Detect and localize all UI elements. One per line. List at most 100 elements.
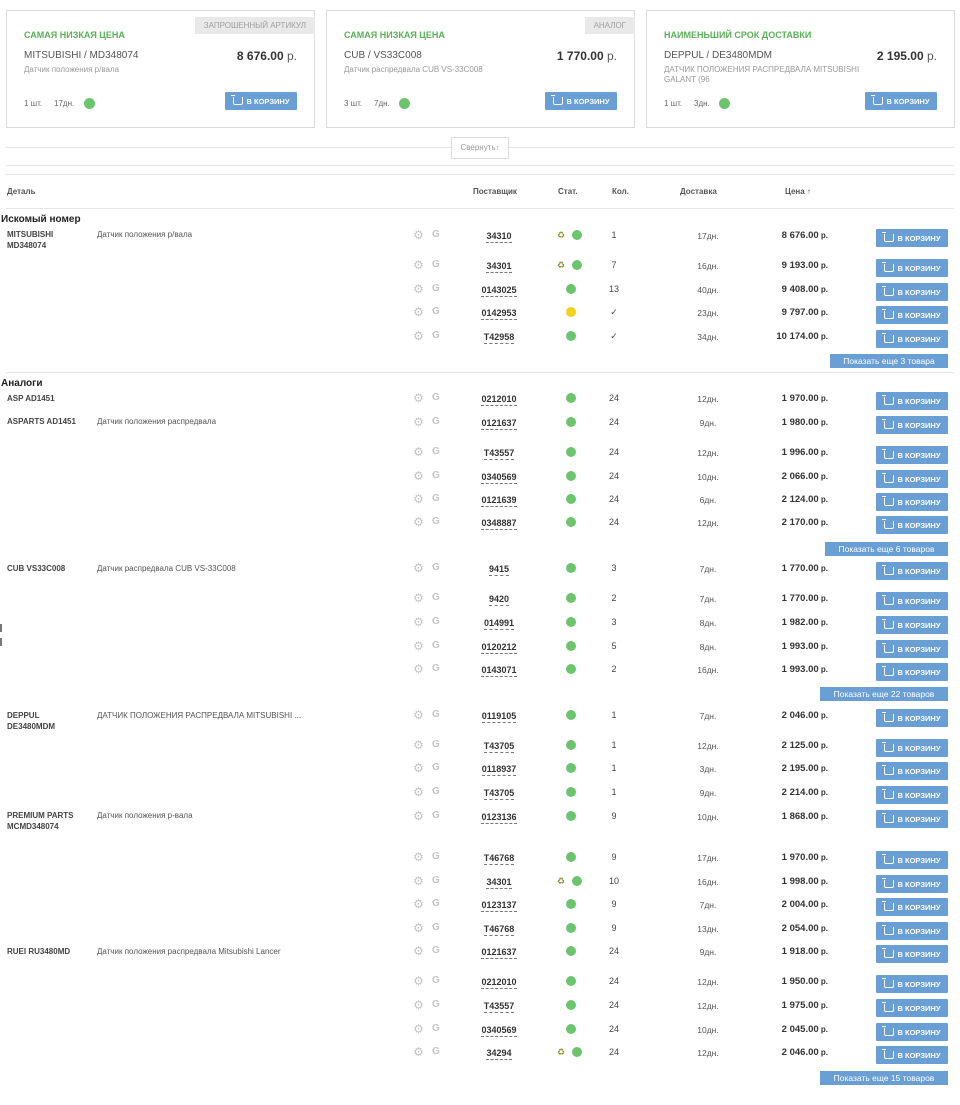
google-search-icon[interactable]: G — [432, 229, 440, 240]
supplier-code[interactable]: 0348887 — [469, 518, 529, 530]
settings-gear-icon[interactable]: ⚙ — [413, 516, 424, 528]
col-supplier[interactable]: Поставщик — [473, 187, 517, 196]
add-to-cart-button[interactable]: В корзину — [876, 470, 948, 488]
google-search-icon[interactable]: G — [432, 851, 440, 862]
google-search-icon[interactable]: G — [432, 999, 440, 1010]
supplier-code[interactable]: 0212010 — [469, 977, 529, 989]
google-search-icon[interactable]: G — [432, 810, 440, 821]
supplier-code[interactable]: T43705 — [469, 788, 529, 800]
google-search-icon[interactable]: G — [432, 739, 440, 750]
add-to-cart-button[interactable]: В корзину — [876, 875, 948, 893]
add-to-cart-button[interactable]: В корзину — [876, 999, 948, 1017]
col-price[interactable]: Цена ↑ — [785, 187, 811, 196]
google-search-icon[interactable]: G — [432, 1046, 440, 1057]
add-to-cart-button[interactable]: В корзину — [865, 92, 937, 110]
add-to-cart-button[interactable]: В корзину — [876, 330, 948, 348]
add-to-cart-button[interactable]: В корзину — [876, 898, 948, 916]
add-to-cart-button[interactable]: В корзину — [876, 1046, 948, 1064]
add-to-cart-button[interactable]: В корзину — [876, 616, 948, 634]
add-to-cart-button[interactable]: В корзину — [876, 739, 948, 757]
settings-gear-icon[interactable]: ⚙ — [413, 898, 424, 910]
google-search-icon[interactable]: G — [432, 640, 440, 651]
show-more-button[interactable]: Показать еще 3 товара — [830, 354, 948, 368]
add-to-cart-button[interactable]: В корзину — [876, 922, 948, 940]
google-search-icon[interactable]: G — [432, 975, 440, 986]
settings-gear-icon[interactable]: ⚙ — [413, 945, 424, 957]
google-search-icon[interactable]: G — [432, 259, 440, 270]
supplier-code[interactable]: 34301 — [469, 877, 529, 889]
supplier-code[interactable]: 0123136 — [469, 812, 529, 824]
google-search-icon[interactable]: G — [432, 875, 440, 886]
settings-gear-icon[interactable]: ⚙ — [413, 416, 424, 428]
col-qty[interactable]: Кол. — [612, 187, 629, 196]
supplier-code[interactable]: 0121639 — [469, 495, 529, 507]
part-brand[interactable]: CUB VS33C008 — [7, 563, 87, 574]
settings-gear-icon[interactable]: ⚙ — [413, 1023, 424, 1035]
add-to-cart-button[interactable]: В корзину — [876, 516, 948, 534]
supplier-code[interactable]: 0340569 — [469, 472, 529, 484]
settings-gear-icon[interactable]: ⚙ — [413, 470, 424, 482]
supplier-code[interactable]: 9415 — [469, 564, 529, 576]
settings-gear-icon[interactable]: ⚙ — [413, 663, 424, 675]
settings-gear-icon[interactable]: ⚙ — [413, 330, 424, 342]
col-status[interactable]: Стат. — [558, 187, 578, 196]
add-to-cart-button[interactable]: В корзину — [876, 446, 948, 464]
add-to-cart-button[interactable]: В корзину — [876, 306, 948, 324]
settings-gear-icon[interactable]: ⚙ — [413, 392, 424, 404]
google-search-icon[interactable]: G — [432, 1023, 440, 1034]
supplier-code[interactable]: T43705 — [469, 741, 529, 753]
add-to-cart-button[interactable]: В корзину — [876, 663, 948, 681]
part-brand[interactable]: MITSUBISHI MD348074 — [7, 229, 87, 251]
google-search-icon[interactable]: G — [432, 306, 440, 317]
supplier-code[interactable]: T43557 — [469, 1001, 529, 1013]
add-to-cart-button[interactable]: В корзину — [876, 229, 948, 247]
supplier-code[interactable]: 0121637 — [469, 418, 529, 430]
add-to-cart-button[interactable]: В корзину — [876, 416, 948, 434]
supplier-code[interactable]: 9420 — [469, 594, 529, 606]
settings-gear-icon[interactable]: ⚙ — [413, 739, 424, 751]
show-more-button[interactable]: Показать еще 6 товаров — [825, 542, 948, 556]
google-search-icon[interactable]: G — [432, 786, 440, 797]
part-brand[interactable]: PREMIUM PARTS MCMD348074 — [7, 810, 87, 832]
add-to-cart-button[interactable]: В корзину — [876, 259, 948, 277]
settings-gear-icon[interactable]: ⚙ — [413, 562, 424, 574]
add-to-cart-button[interactable]: В корзину — [876, 975, 948, 993]
google-search-icon[interactable]: G — [432, 493, 440, 504]
add-to-cart-button[interactable]: В корзину — [876, 392, 948, 410]
google-search-icon[interactable]: G — [432, 470, 440, 481]
google-search-icon[interactable]: G — [432, 616, 440, 627]
add-to-cart-button[interactable]: В корзину — [876, 945, 948, 963]
settings-gear-icon[interactable]: ⚙ — [413, 975, 424, 987]
part-brand[interactable]: RUEI RU3480MD — [7, 946, 87, 957]
google-search-icon[interactable]: G — [432, 283, 440, 294]
add-to-cart-button[interactable]: В корзину — [545, 92, 617, 110]
google-search-icon[interactable]: G — [432, 516, 440, 527]
supplier-code[interactable]: 0143025 — [469, 285, 529, 297]
supplier-code[interactable]: T42958 — [469, 332, 529, 344]
supplier-code[interactable]: 0119105 — [469, 711, 529, 723]
google-search-icon[interactable]: G — [432, 663, 440, 674]
add-to-cart-button[interactable]: В корзину — [876, 562, 948, 580]
settings-gear-icon[interactable]: ⚙ — [413, 592, 424, 604]
add-to-cart-button[interactable]: В корзину — [876, 786, 948, 804]
add-to-cart-button[interactable]: В корзину — [876, 851, 948, 869]
settings-gear-icon[interactable]: ⚙ — [413, 786, 424, 798]
add-to-cart-button[interactable]: В корзину — [876, 762, 948, 780]
add-to-cart-button[interactable]: В корзину — [876, 493, 948, 511]
add-to-cart-button[interactable]: В корзину — [876, 709, 948, 727]
supplier-code[interactable]: T46768 — [469, 853, 529, 865]
settings-gear-icon[interactable]: ⚙ — [413, 446, 424, 458]
supplier-code[interactable]: 0120212 — [469, 642, 529, 654]
google-search-icon[interactable]: G — [432, 446, 440, 457]
google-search-icon[interactable]: G — [432, 392, 440, 403]
settings-gear-icon[interactable]: ⚙ — [413, 616, 424, 628]
google-search-icon[interactable]: G — [432, 416, 440, 427]
google-search-icon[interactable]: G — [432, 762, 440, 773]
settings-gear-icon[interactable]: ⚙ — [413, 493, 424, 505]
part-brand[interactable]: ASPARTS AD1451 — [7, 416, 87, 427]
part-brand[interactable]: ASP AD1451 — [7, 393, 87, 404]
settings-gear-icon[interactable]: ⚙ — [413, 922, 424, 934]
supplier-code[interactable]: 34310 — [469, 231, 529, 243]
supplier-code[interactable]: 34294 — [469, 1048, 529, 1060]
supplier-code[interactable]: T46768 — [469, 924, 529, 936]
